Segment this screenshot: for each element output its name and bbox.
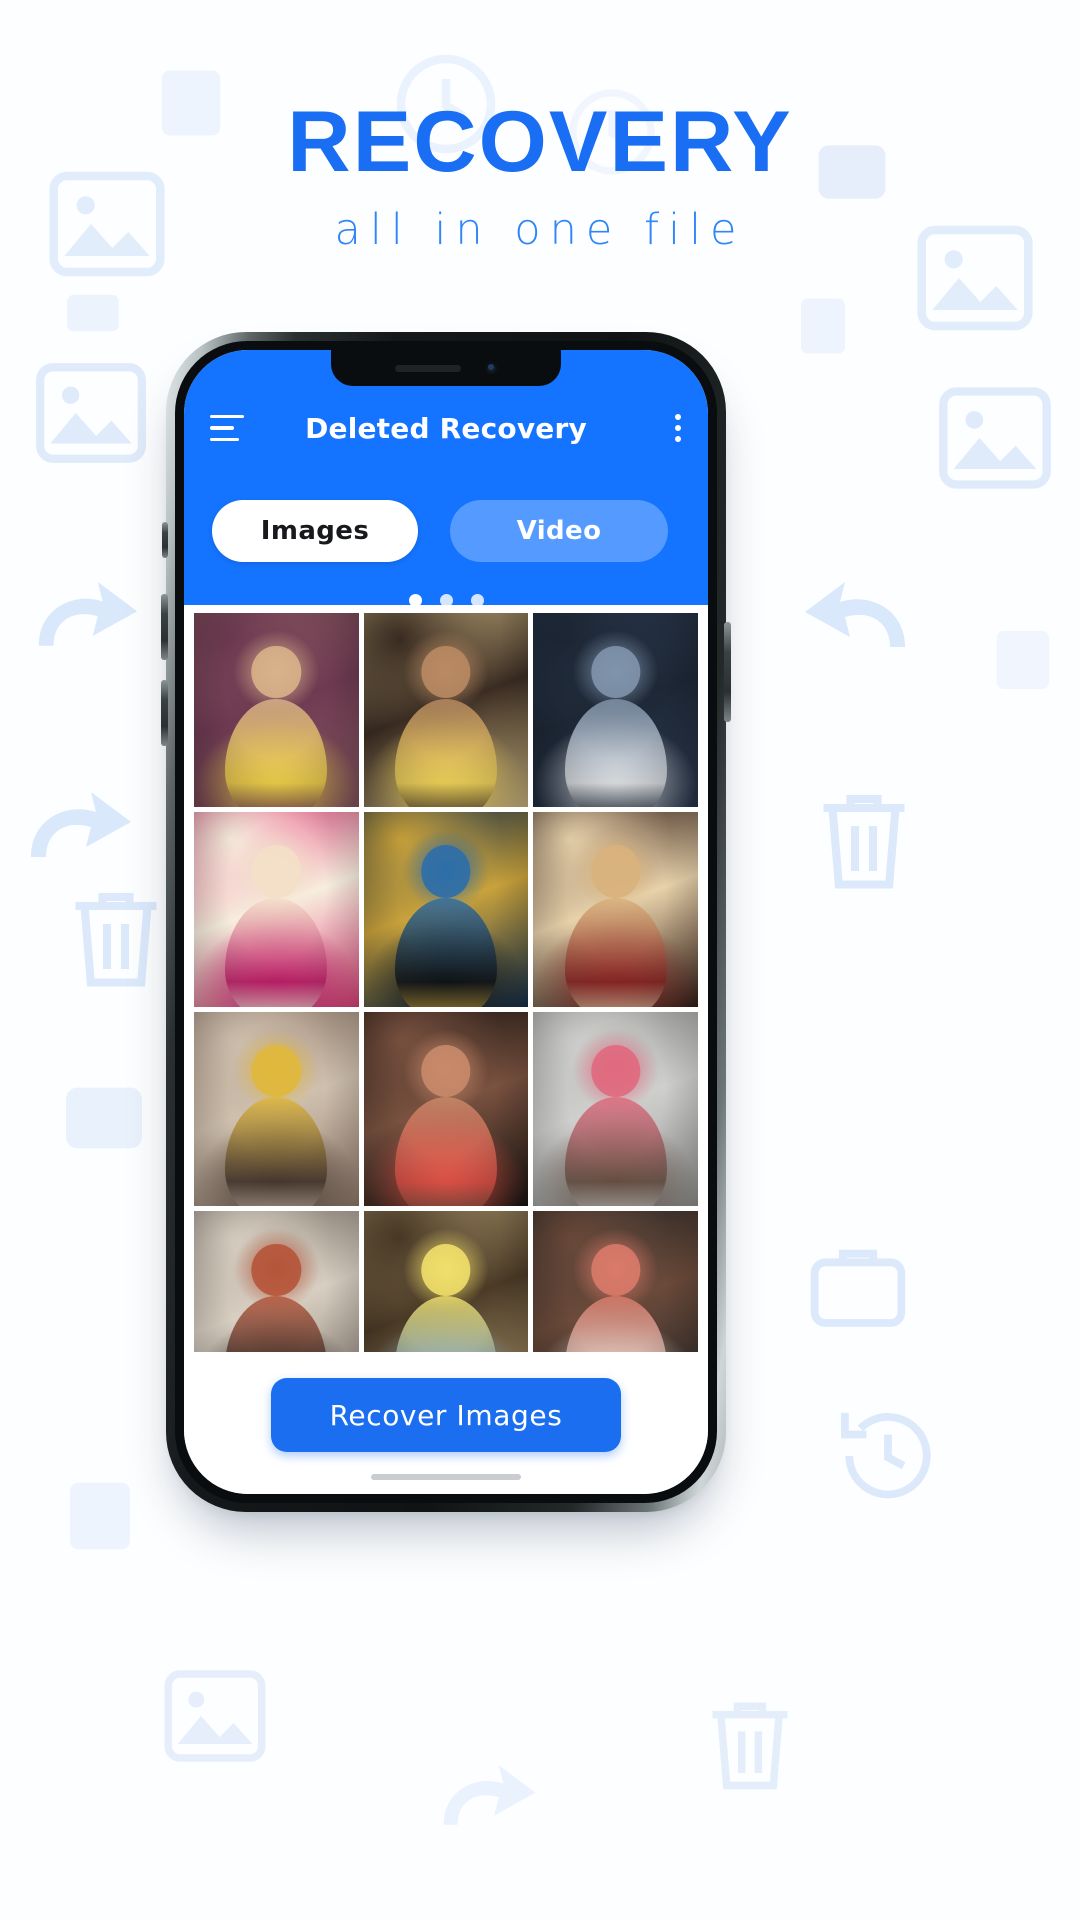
photo-grid-item[interactable] — [533, 812, 698, 1007]
trash-icon — [62, 880, 170, 1004]
file-icon — [790, 288, 856, 364]
page-title: RECOVERY — [287, 94, 793, 190]
tab-images[interactable]: Images — [212, 500, 418, 562]
photo-grid-container[interactable] — [184, 605, 708, 1352]
page-subtitle: all in one file — [334, 205, 746, 255]
app-root: Deleted Recovery Images Video Recover Im… — [184, 350, 708, 1494]
tab-bar: Images Video — [184, 460, 708, 562]
photo-grid-item[interactable] — [194, 1210, 359, 1352]
image-frame-icon — [150, 1660, 280, 1772]
pager-dot[interactable] — [439, 594, 453, 607]
file-icon — [60, 1470, 140, 1562]
photo-vignette — [363, 1210, 529, 1352]
home-indicator — [371, 1474, 521, 1480]
photo-vignette — [533, 613, 698, 808]
promo-headline-block: RECOVERY all in one file — [0, 96, 1080, 258]
file-icon — [988, 620, 1058, 700]
photo-grid-item[interactable] — [363, 1210, 529, 1352]
photo-grid — [194, 613, 698, 1352]
photo-vignette — [194, 613, 359, 808]
app-header: Deleted Recovery Images Video — [184, 350, 708, 607]
phone-screen: Deleted Recovery Images Video Recover Im… — [184, 350, 708, 1494]
tab-video[interactable]: Video — [450, 500, 668, 562]
app-title: Deleted Recovery — [305, 411, 587, 445]
folder-icon — [58, 282, 128, 344]
photo-vignette — [533, 812, 698, 1007]
briefcase-icon — [806, 1236, 910, 1332]
photo-grid-item[interactable] — [533, 1210, 698, 1352]
undo-arrow-icon — [24, 576, 142, 686]
photo-vignette — [363, 812, 529, 1007]
image-frame-icon — [20, 352, 162, 474]
folder-icon — [58, 1080, 150, 1156]
undo-arrow-icon — [800, 576, 920, 688]
hamburger-icon[interactable] — [210, 415, 244, 441]
phone-volume-up-button[interactable] — [161, 594, 168, 660]
pager-dots[interactable] — [184, 594, 708, 607]
pager-dot[interactable] — [470, 594, 484, 607]
photo-vignette — [533, 1011, 698, 1206]
photo-grid-item[interactable] — [194, 613, 359, 808]
photo-vignette — [533, 1210, 698, 1352]
photo-vignette — [194, 812, 359, 1007]
phone-mockup: Deleted Recovery Images Video Recover Im… — [161, 332, 731, 1512]
photo-grid-item[interactable] — [533, 613, 698, 808]
pager-dot[interactable] — [408, 594, 422, 607]
trash-icon — [700, 1690, 800, 1806]
phone-notch — [331, 350, 561, 386]
phone-mute-switch[interactable] — [162, 522, 168, 558]
photo-grid-item[interactable] — [194, 1011, 359, 1206]
clock-restore-icon — [832, 1400, 944, 1512]
photo-grid-item[interactable] — [363, 812, 529, 1007]
photo-grid-item[interactable] — [194, 812, 359, 1007]
app-toolbar: Deleted Recovery — [184, 396, 708, 460]
photo-grid-item[interactable] — [363, 1011, 529, 1206]
phone-power-button[interactable] — [724, 622, 731, 722]
more-vertical-icon[interactable] — [674, 414, 682, 442]
photo-vignette — [363, 1011, 529, 1206]
app-footer: Recover Images — [184, 1352, 708, 1494]
recover-images-button[interactable]: Recover Images — [271, 1378, 621, 1452]
phone-volume-down-button[interactable] — [161, 680, 168, 746]
photo-vignette — [363, 613, 529, 808]
undo-arrow-icon — [430, 1760, 540, 1862]
photo-grid-item[interactable] — [533, 1011, 698, 1206]
photo-vignette — [194, 1011, 359, 1206]
photo-vignette — [194, 1210, 359, 1352]
earpiece-speaker-icon — [394, 364, 461, 372]
trash-icon — [810, 782, 918, 906]
front-camera-icon — [484, 361, 498, 375]
photo-grid-item[interactable] — [363, 613, 529, 808]
image-frame-icon — [922, 376, 1068, 500]
